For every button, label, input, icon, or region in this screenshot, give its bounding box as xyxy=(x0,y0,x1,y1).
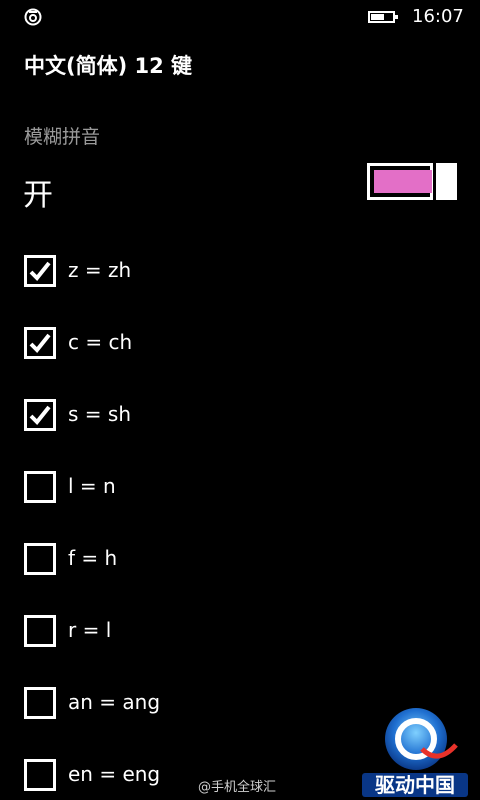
option-label: s = sh xyxy=(68,402,131,426)
toggle-fill xyxy=(374,170,432,193)
checkmark-icon xyxy=(29,261,51,281)
option-row-s-sh[interactable]: s = sh xyxy=(24,399,324,433)
option-row-en-eng[interactable]: en = eng xyxy=(24,759,324,793)
option-label: l = n xyxy=(68,474,116,498)
watermark-text: @手机全球汇 xyxy=(198,780,277,795)
logo-text: 驱动中国 xyxy=(375,773,455,797)
fuzzy-pinyin-label: 模糊拼音 xyxy=(24,126,101,148)
checkmark-icon xyxy=(29,333,51,353)
option-row-c-ch[interactable]: c = ch xyxy=(24,327,324,361)
toggle-state-text: 开 xyxy=(23,178,53,213)
checkmark-icon xyxy=(29,405,51,425)
toggle-track xyxy=(367,163,433,200)
page-title: 中文(简体) 12 键 xyxy=(24,54,193,78)
option-row-z-zh[interactable]: z = zh xyxy=(24,255,324,289)
toggle-thumb[interactable] xyxy=(436,163,457,200)
option-label: an = ang xyxy=(68,690,161,714)
option-row-r-l[interactable]: r = l xyxy=(24,615,324,649)
option-label: f = h xyxy=(68,546,118,570)
checkbox-f-h[interactable] xyxy=(24,543,56,575)
checkbox-z-zh[interactable] xyxy=(24,255,56,287)
option-label: c = ch xyxy=(68,330,133,354)
checkbox-c-ch[interactable] xyxy=(24,327,56,359)
option-row-l-n[interactable]: l = n xyxy=(24,471,324,505)
checkbox-r-l[interactable] xyxy=(24,615,56,647)
status-bar: 16:07 xyxy=(0,0,480,34)
option-label: r = l xyxy=(68,618,112,642)
option-label: z = zh xyxy=(68,258,132,282)
option-label: en = eng xyxy=(68,762,161,786)
option-row-an-ang[interactable]: an = ang xyxy=(24,687,324,721)
checkbox-en-eng[interactable] xyxy=(24,759,56,791)
option-row-f-h[interactable]: f = h xyxy=(24,543,324,577)
clock: 16:07 xyxy=(412,6,464,27)
notification-icon xyxy=(24,8,42,26)
battery-level xyxy=(371,14,384,20)
battery-icon xyxy=(368,11,398,23)
checkbox-l-n[interactable] xyxy=(24,471,56,503)
checkbox-an-ang[interactable] xyxy=(24,687,56,719)
checkbox-s-sh[interactable] xyxy=(24,399,56,431)
fuzzy-pinyin-toggle[interactable] xyxy=(367,163,457,200)
site-logo: 驱动中国 xyxy=(362,708,468,797)
